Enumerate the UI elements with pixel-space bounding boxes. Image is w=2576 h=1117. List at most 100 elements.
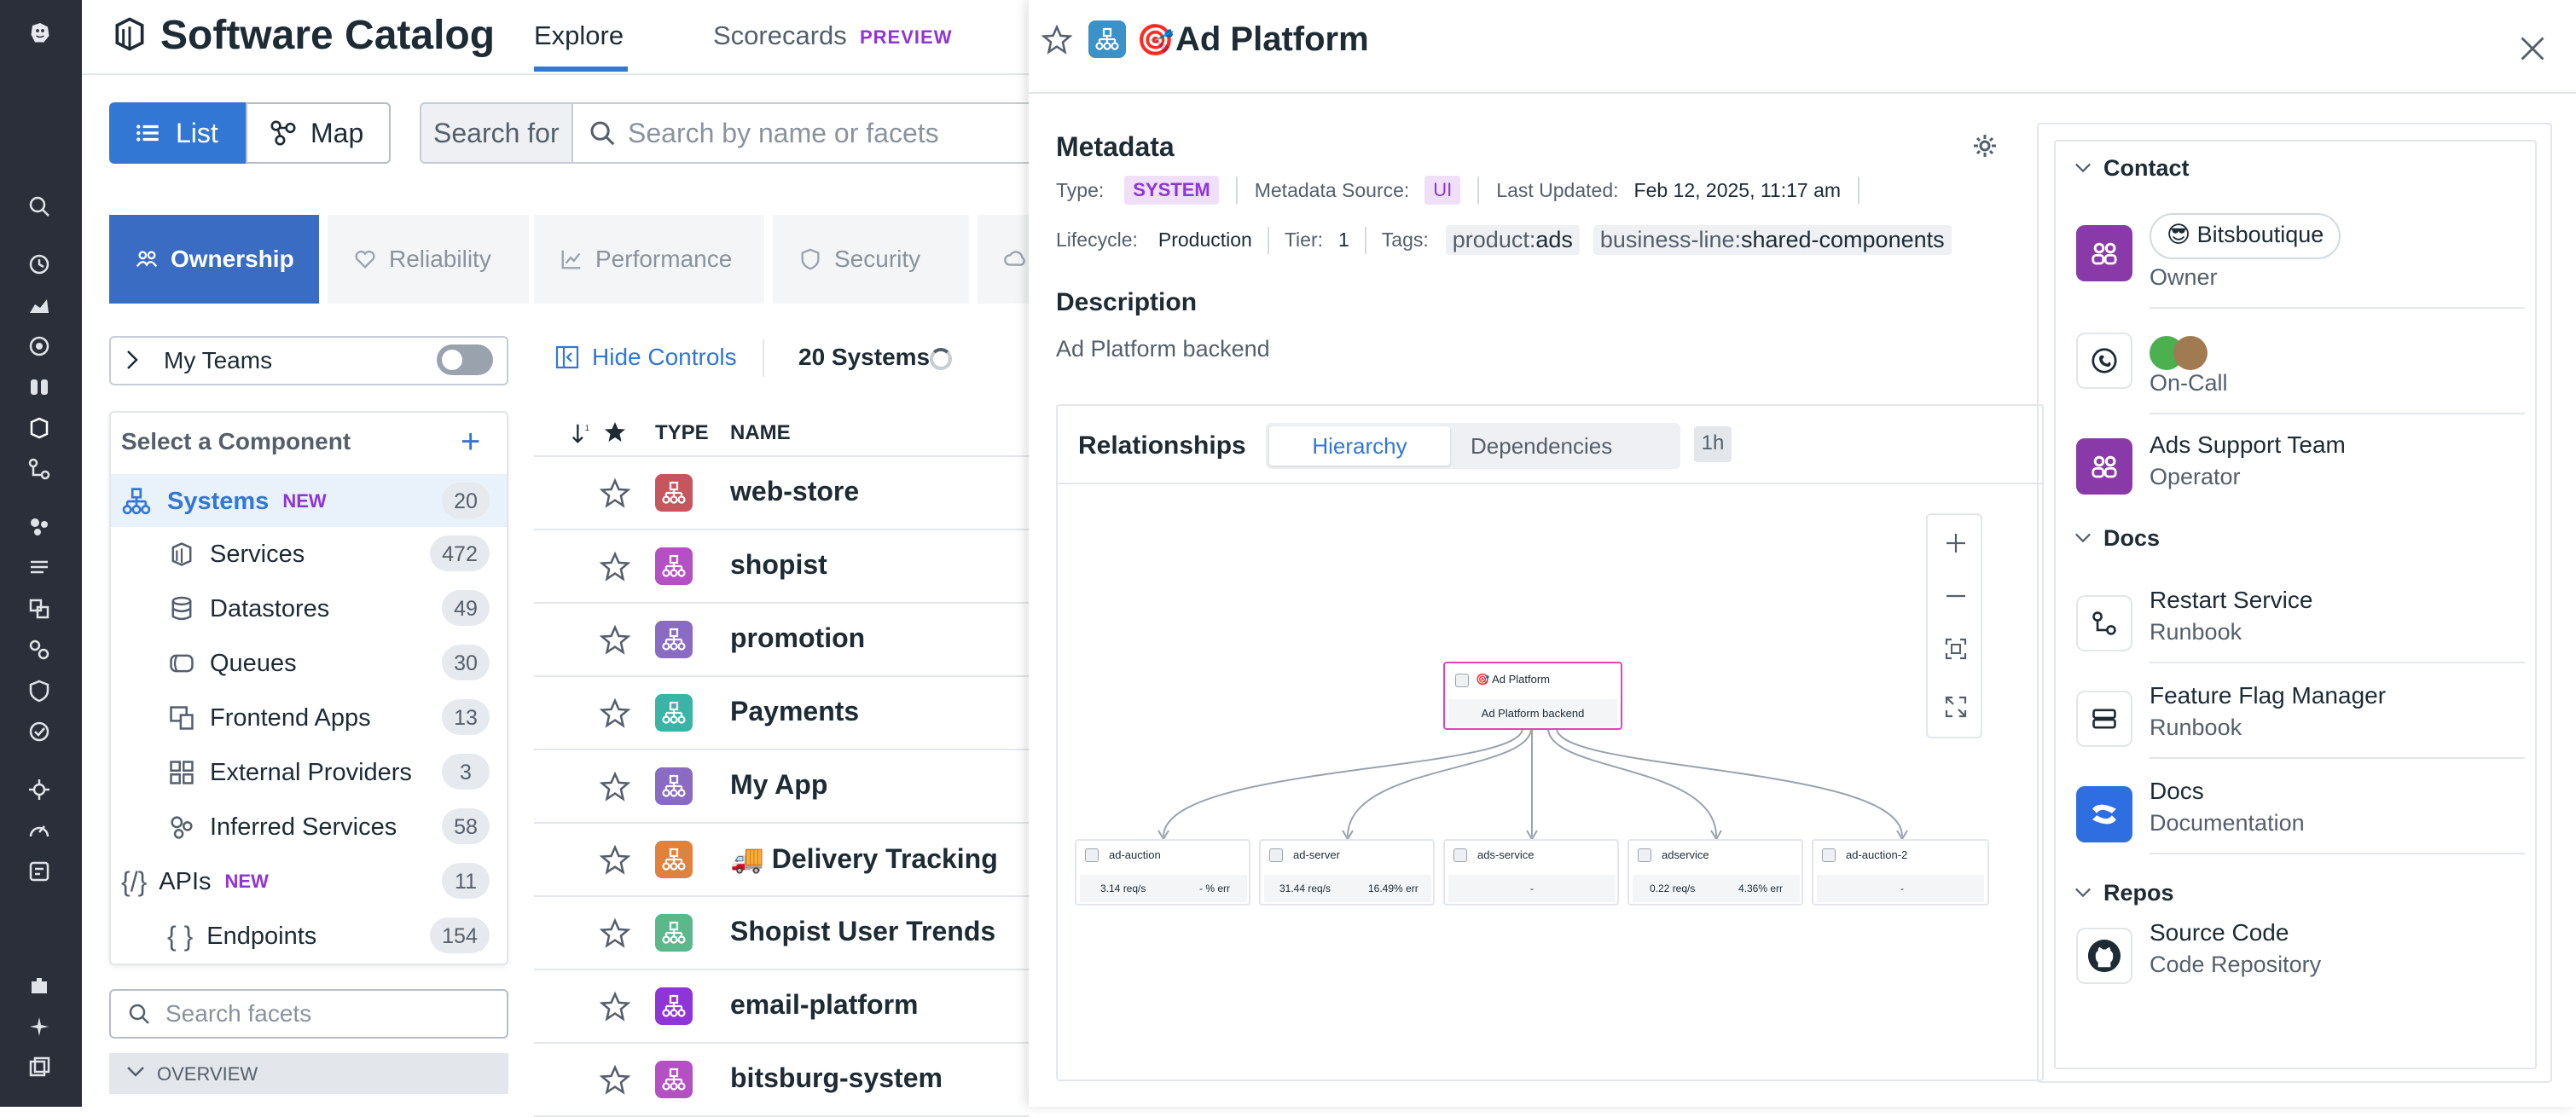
star-column-icon[interactable]: [602, 420, 628, 445]
column-type[interactable]: TYPE: [655, 421, 709, 445]
logs-icon[interactable]: [22, 551, 56, 585]
doc-link[interactable]: Restart Service: [2150, 587, 2312, 614]
favorite-star-icon[interactable]: [599, 1064, 631, 1097]
table-row[interactable]: bitsburg-system: [534, 1044, 1029, 1117]
repo-link[interactable]: Source Code: [2150, 919, 2289, 946]
component-endpoints[interactable]: { } Endpoints: [167, 912, 316, 960]
system-name[interactable]: shopist: [730, 549, 827, 581]
watchdog-icon[interactable]: [22, 370, 56, 404]
table-row[interactable]: web-store: [534, 457, 1029, 530]
component-external-providers[interactable]: External Providers: [167, 749, 412, 796]
search-input[interactable]: Search by name or facets: [571, 102, 1032, 164]
my-teams-toggle[interactable]: [437, 344, 493, 375]
operator-team[interactable]: Ads Support Team: [2150, 431, 2346, 459]
table-row[interactable]: shopist: [534, 530, 1029, 604]
rum-icon[interactable]: [22, 715, 56, 749]
component-inferred-services[interactable]: Inferred Services: [167, 803, 397, 851]
system-type-icon: [655, 621, 693, 658]
gear-icon[interactable]: [1972, 133, 1998, 159]
component-systems[interactable]: Systems NEW: [121, 477, 327, 525]
ci-icon[interactable]: [22, 773, 56, 807]
child-node[interactable]: adservice 0.22 req/s 4.36% err: [1627, 839, 1803, 906]
doc-link[interactable]: Docs: [2150, 778, 2204, 805]
owner-chip[interactable]: 😎 Bitsboutique: [2150, 213, 2341, 259]
monitors-icon[interactable]: [22, 329, 56, 363]
child-node[interactable]: ads-service -: [1443, 839, 1619, 906]
tab-scorecards[interactable]: Scorecards: [713, 20, 847, 51]
tab-performance[interactable]: Performance: [534, 215, 764, 304]
security-icon[interactable]: [22, 674, 56, 708]
description-heading: Description: [1056, 288, 1198, 316]
component-apis[interactable]: {/} APIs NEW: [121, 858, 269, 906]
add-component-button[interactable]: +: [461, 423, 480, 461]
system-name[interactable]: My App: [730, 769, 827, 801]
integrations-icon[interactable]: [22, 969, 56, 1003]
tab-costs[interactable]: [978, 215, 1029, 304]
star-icon[interactable]: [1041, 24, 1073, 56]
system-name[interactable]: promotion: [730, 622, 865, 654]
oncall-avatar[interactable]: [2173, 336, 2208, 370]
divider: [1267, 226, 1269, 254]
incidents-icon[interactable]: [22, 854, 56, 888]
tab-explore[interactable]: Explore: [534, 20, 624, 51]
table-row[interactable]: My App: [534, 750, 1029, 824]
tab-security[interactable]: Security: [773, 215, 969, 304]
catalog-icon[interactable]: [22, 411, 56, 445]
tag-business-line[interactable]: business-line:shared-components: [1593, 225, 1952, 255]
req-rate: 0.22 req/s: [1650, 883, 1696, 894]
dashboards-icon[interactable]: [22, 288, 56, 322]
synthetics-icon[interactable]: [22, 813, 56, 848]
chevron-down-icon[interactable]: [2074, 162, 2092, 174]
component-services[interactable]: Services: [167, 530, 305, 578]
chevron-down-icon[interactable]: [2074, 532, 2092, 544]
chevron-down-icon[interactable]: [2074, 887, 2092, 899]
sparkle-icon[interactable]: [22, 1010, 56, 1044]
component-frontend-apps[interactable]: Frontend Apps: [167, 694, 371, 742]
favorite-star-icon[interactable]: [599, 991, 631, 1023]
system-name[interactable]: email-platform: [730, 989, 918, 1021]
root-node[interactable]: 🎯 Ad Platform Ad Platform backend: [1443, 662, 1622, 730]
table-row[interactable]: email-platform: [534, 970, 1029, 1044]
system-name[interactable]: web-store: [730, 476, 859, 507]
tab-ownership[interactable]: Ownership: [109, 215, 319, 304]
table-row[interactable]: Payments: [534, 677, 1029, 750]
favorite-star-icon[interactable]: [599, 771, 631, 803]
table-row[interactable]: promotion: [534, 604, 1029, 677]
component-datastores[interactable]: Datastores: [167, 585, 329, 633]
facets-search-input[interactable]: Search facets: [109, 989, 508, 1039]
favorite-star-icon[interactable]: [599, 697, 631, 730]
tag-product[interactable]: product:ads: [1445, 225, 1580, 255]
doc-link[interactable]: Feature Flag Manager: [2150, 682, 2386, 709]
column-name[interactable]: NAME: [730, 421, 791, 445]
close-icon[interactable]: [2518, 34, 2547, 63]
link-icon[interactable]: [22, 633, 56, 667]
child-node[interactable]: ad-auction-2 -: [1812, 839, 1989, 906]
system-name[interactable]: Payments: [730, 696, 859, 727]
infrastructure-icon[interactable]: [22, 510, 56, 544]
sort-icon[interactable]: 1: [570, 421, 594, 445]
component-queues[interactable]: Queues: [167, 640, 297, 687]
hide-controls-button[interactable]: Hide Controls: [592, 344, 737, 371]
history-icon[interactable]: [22, 247, 56, 281]
system-name[interactable]: Shopist User Trends: [730, 916, 995, 947]
favorite-star-icon[interactable]: [599, 624, 631, 657]
list-view-button[interactable]: List: [109, 102, 247, 164]
map-view-button[interactable]: Map: [246, 102, 391, 164]
search-icon[interactable]: [22, 189, 56, 223]
favorite-star-icon[interactable]: [599, 477, 631, 510]
child-node[interactable]: ad-server 31.44 req/s 16.49% err: [1259, 839, 1435, 906]
overview-section-header[interactable]: OVERVIEW: [109, 1053, 508, 1094]
table-row[interactable]: Shopist User Trends: [534, 897, 1029, 970]
workflow-icon[interactable]: [22, 452, 56, 486]
apm-icon[interactable]: [22, 592, 56, 626]
favorite-star-icon[interactable]: [599, 844, 631, 877]
favorite-star-icon[interactable]: [599, 551, 631, 583]
favorite-star-icon[interactable]: [599, 917, 631, 950]
system-name[interactable]: bitsburg-system: [730, 1062, 943, 1094]
child-node[interactable]: ad-auction 3.14 req/s - % err: [1075, 839, 1250, 906]
table-row[interactable]: 🚚 Delivery Tracking: [534, 824, 1029, 897]
tab-reliability[interactable]: Reliability: [328, 215, 529, 304]
datadog-logo-icon[interactable]: [19, 12, 61, 55]
help-icon[interactable]: [22, 1050, 56, 1085]
system-name[interactable]: 🚚 Delivery Tracking: [730, 842, 998, 875]
